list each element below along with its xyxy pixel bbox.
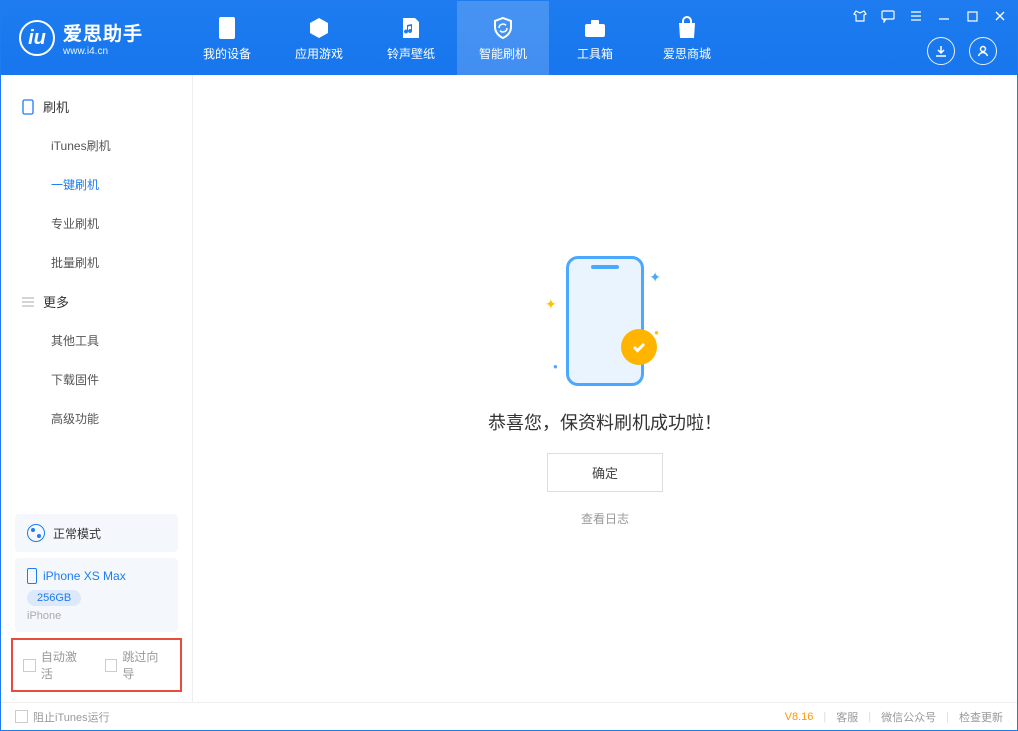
list-icon xyxy=(21,295,35,309)
sidebar-item-advanced[interactable]: 高级功能 xyxy=(1,399,192,438)
sparkle-icon: ✦ xyxy=(545,296,557,313)
mode-label: 正常模式 xyxy=(53,525,101,542)
checkbox-box xyxy=(23,659,36,672)
view-log-link[interactable]: 查看日志 xyxy=(581,510,629,527)
phone-mini-icon xyxy=(27,568,37,584)
sparkle-icon: ✦ xyxy=(649,269,661,286)
highlighted-checkbox-row: 自动激活 跳过向导 xyxy=(11,638,182,692)
sparkle-icon: ● xyxy=(553,362,558,371)
bag-icon xyxy=(674,15,700,41)
app-logo: iu 爱思助手 www.i4.cn xyxy=(1,19,161,57)
checkbox-label: 自动激活 xyxy=(41,648,89,682)
sidebar-item-download-firmware[interactable]: 下载固件 xyxy=(1,360,192,399)
minimize-button[interactable] xyxy=(935,7,953,25)
checkbox-skip-guide[interactable]: 跳过向导 xyxy=(105,648,171,682)
feedback-icon[interactable] xyxy=(879,7,897,25)
menu-icon[interactable] xyxy=(907,7,925,25)
device-type: iPhone xyxy=(27,610,166,622)
mode-icon xyxy=(27,524,45,542)
header-bar: iu 爱思助手 www.i4.cn 我的设备 应用游戏 铃声壁纸 智能刷机 工具… xyxy=(1,1,1017,75)
device-storage-badge: 256GB xyxy=(27,590,81,606)
download-button[interactable] xyxy=(927,37,955,65)
success-message: 恭喜您，保资料刷机成功啦！ xyxy=(488,409,722,435)
header-actions xyxy=(927,37,997,65)
nav-label: 应用游戏 xyxy=(295,45,343,62)
footer-link-support[interactable]: 客服 xyxy=(836,709,858,725)
toolbox-icon xyxy=(582,15,608,41)
music-file-icon xyxy=(398,15,424,41)
nav-tab-apps-games[interactable]: 应用游戏 xyxy=(273,1,365,75)
maximize-button[interactable] xyxy=(963,7,981,25)
group-title: 刷机 xyxy=(43,97,69,116)
sidebar: 刷机 iTunes刷机 一键刷机 专业刷机 批量刷机 更多 其他工具 下载固件 … xyxy=(1,75,193,702)
device-icon xyxy=(214,15,240,41)
nav-tabs: 我的设备 应用游戏 铃声壁纸 智能刷机 工具箱 爱思商城 xyxy=(181,1,733,75)
ok-button[interactable]: 确定 xyxy=(547,453,663,492)
mode-card[interactable]: 正常模式 xyxy=(15,514,178,552)
sidebar-item-one-click-flash[interactable]: 一键刷机 xyxy=(1,165,192,204)
logo-icon: iu xyxy=(19,20,55,56)
nav-label: 智能刷机 xyxy=(479,45,527,62)
main-content: ✦ ✦ ● ● 恭喜您，保资料刷机成功啦！ 确定 查看日志 xyxy=(193,75,1017,702)
nav-tab-toolbox[interactable]: 工具箱 xyxy=(549,1,641,75)
sidebar-item-itunes-flash[interactable]: iTunes刷机 xyxy=(1,126,192,165)
sidebar-group-flash: 刷机 xyxy=(1,87,192,126)
window-controls xyxy=(851,7,1009,25)
sidebar-item-other-tools[interactable]: 其他工具 xyxy=(1,321,192,360)
sidebar-group-more: 更多 xyxy=(1,282,192,321)
nav-label: 铃声壁纸 xyxy=(387,45,435,62)
sidebar-item-batch-flash[interactable]: 批量刷机 xyxy=(1,243,192,282)
app-title: 爱思助手 xyxy=(63,19,143,46)
sparkle-icon: ● xyxy=(654,328,659,337)
device-card[interactable]: iPhone XS Max 256GB iPhone xyxy=(15,558,178,632)
group-title: 更多 xyxy=(43,292,69,311)
checkbox-box xyxy=(105,659,118,672)
app-subtitle: www.i4.cn xyxy=(63,46,143,57)
footer-bar: 阻止iTunes运行 V8.16 | 客服 | 微信公众号 | 检查更新 xyxy=(1,702,1017,730)
phone-icon xyxy=(21,100,35,114)
checkbox-auto-activate[interactable]: 自动激活 xyxy=(23,648,89,682)
footer-link-update[interactable]: 检查更新 xyxy=(959,709,1003,725)
shield-refresh-icon xyxy=(490,15,516,41)
device-name: iPhone XS Max xyxy=(43,569,126,583)
close-button[interactable] xyxy=(991,7,1009,25)
user-button[interactable] xyxy=(969,37,997,65)
nav-label: 工具箱 xyxy=(577,45,613,62)
nav-tab-store[interactable]: 爱思商城 xyxy=(641,1,733,75)
check-badge-icon xyxy=(621,329,657,365)
nav-label: 爱思商城 xyxy=(663,45,711,62)
checkbox-box xyxy=(15,710,28,723)
footer-link-wechat[interactable]: 微信公众号 xyxy=(881,709,936,725)
shirt-icon[interactable] xyxy=(851,7,869,25)
nav-tab-flash[interactable]: 智能刷机 xyxy=(457,1,549,75)
version-label: V8.16 xyxy=(785,711,814,723)
checkbox-label: 阻止iTunes运行 xyxy=(33,709,110,725)
cube-icon xyxy=(306,15,332,41)
phone-illustration xyxy=(566,256,644,386)
success-illustration: ✦ ✦ ● ● xyxy=(535,251,675,391)
nav-label: 我的设备 xyxy=(203,45,251,62)
nav-tab-ringtones[interactable]: 铃声壁纸 xyxy=(365,1,457,75)
checkbox-block-itunes[interactable]: 阻止iTunes运行 xyxy=(15,709,110,725)
checkbox-label: 跳过向导 xyxy=(122,648,170,682)
sidebar-item-pro-flash[interactable]: 专业刷机 xyxy=(1,204,192,243)
nav-tab-my-device[interactable]: 我的设备 xyxy=(181,1,273,75)
